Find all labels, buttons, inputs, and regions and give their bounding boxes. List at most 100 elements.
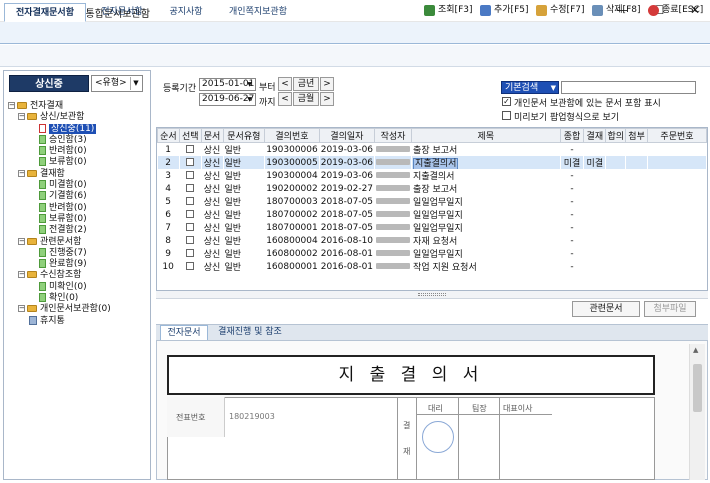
tree-item[interactable]: − 개인문서보관함(0) <box>8 304 150 315</box>
date-to-field[interactable]: 2019-06-27 ▼ <box>199 93 256 106</box>
row-select-checkbox[interactable] <box>186 184 195 192</box>
tree-item[interactable]: 미결함(0) <box>8 180 150 191</box>
table-row[interactable]: 10 상신 일반 160800001 2016-08-01 작업 지원 요청서 - <box>158 260 707 274</box>
column-header[interactable]: 주문번호 <box>646 128 707 143</box>
edit-button[interactable]: 수정[F7] <box>536 3 586 19</box>
redacted-author <box>376 159 411 165</box>
include-personal-checkbox[interactable]: ✓ <box>502 97 511 106</box>
expand-toggle-icon[interactable]: − <box>18 237 25 245</box>
row-select-checkbox[interactable] <box>186 145 195 153</box>
tree-item[interactable]: − 결재함 <box>8 169 150 180</box>
tree-item[interactable]: − 수신참조함 <box>8 270 150 281</box>
tab-notices[interactable]: 공지사항 <box>158 3 214 22</box>
view-icon <box>424 5 435 16</box>
tree-item[interactable]: 보류함(0) <box>8 157 150 168</box>
tree-item[interactable]: 진행중(7) <box>8 247 150 259</box>
tree-item[interactable]: 확인(0) <box>8 293 150 304</box>
tree-item[interactable]: 기결함(6) <box>8 191 150 202</box>
table-cell: 상신 <box>203 250 221 260</box>
search-type-select[interactable]: 기본검색 ▼ <box>501 81 559 94</box>
view-button[interactable]: 조회[F3] <box>424 3 474 19</box>
column-header[interactable]: 문서 <box>200 128 224 143</box>
tab-electronic-docs[interactable]: 전자문서함 <box>90 3 154 22</box>
month-next-button[interactable]: > <box>320 92 334 106</box>
table-row[interactable]: 2 상신 일반 190300005 2019-03-06 지출결의서 미결 미결 <box>157 156 707 169</box>
year-next-button[interactable]: > <box>320 77 334 91</box>
tab-approval-docs[interactable]: 전자결재문서함 <box>4 3 86 22</box>
status-button[interactable]: 상신중 <box>9 75 89 92</box>
column-header[interactable]: 작성자 <box>374 128 413 143</box>
table-cell: 4 <box>165 183 172 194</box>
column-header[interactable]: 종합 <box>559 128 585 143</box>
tree-item[interactable]: 전결함(2) <box>8 225 150 236</box>
type-select[interactable]: <유형> ▼ <box>91 75 143 92</box>
tree-item[interactable]: 보류함(0) <box>8 213 150 225</box>
tree-item[interactable]: − 관련문서함 <box>8 237 150 248</box>
expand-toggle-icon[interactable]: − <box>18 169 25 177</box>
add-button[interactable]: 추가[F5] <box>480 3 530 19</box>
year-button[interactable]: 금년 <box>293 77 319 91</box>
column-header[interactable]: 결재 <box>583 128 607 143</box>
column-header[interactable]: 선택 <box>178 128 202 143</box>
preview-scrollbar[interactable]: ▲ <box>689 344 705 480</box>
tree-item[interactable]: 승인함(3) <box>8 134 150 146</box>
tree-item[interactable]: − 상신/보관함 <box>8 112 150 123</box>
exit-button[interactable]: 종료[ESC] <box>648 3 706 19</box>
table-row[interactable]: 6 상신 일반 180700002 2018-07-05 일일업무일지 - <box>158 208 707 222</box>
tab-personal-memo[interactable]: 개인쪽지보관함 <box>218 3 298 22</box>
expand-toggle-icon[interactable]: − <box>18 113 25 121</box>
date-from-field[interactable]: 2015-01-01 ▼ <box>199 78 256 91</box>
attachments-button[interactable]: 첨부파일 <box>644 301 696 317</box>
row-select-checkbox[interactable] <box>186 171 195 179</box>
tree-item[interactable]: 미확인(0) <box>8 281 150 293</box>
table-row[interactable]: 7 상신 일반 180700001 2018-07-05 일일업무일지 - <box>158 221 707 235</box>
expand-toggle-icon[interactable]: − <box>8 102 15 109</box>
redacted-author <box>376 185 411 191</box>
folder-icon <box>27 113 37 121</box>
expand-toggle-icon[interactable]: − <box>18 305 25 313</box>
row-select-checkbox[interactable] <box>186 223 195 231</box>
scroll-thumb[interactable] <box>693 364 702 412</box>
table-row[interactable]: 1 상신 일반 190300006 2019-03-06 출장 보고서 - <box>158 143 707 157</box>
search-input[interactable] <box>561 81 696 94</box>
year-prev-button[interactable]: < <box>278 77 292 91</box>
tab-approval-progress[interactable]: 결재진행 및 참조 <box>212 325 288 340</box>
column-header[interactable]: 첨부 <box>625 128 648 143</box>
column-header[interactable]: 문서유형 <box>222 128 266 143</box>
related-docs-button[interactable]: 관련문서 <box>572 301 640 317</box>
splitter-handle[interactable] <box>156 291 708 299</box>
doc-no-label: 전표번호 <box>176 413 206 422</box>
row-select-checkbox[interactable] <box>186 236 195 244</box>
month-prev-button[interactable]: < <box>278 92 292 106</box>
delete-button[interactable]: 삭제[F8] <box>592 3 642 19</box>
expand-toggle-icon[interactable]: − <box>18 271 25 279</box>
tree-item[interactable]: 완료함(9) <box>8 259 150 270</box>
tab-preview-document[interactable]: 전자문서 <box>160 325 208 340</box>
row-select-checkbox[interactable] <box>186 262 195 270</box>
tree-item[interactable]: 휴지통 <box>8 315 150 327</box>
table-row[interactable]: 4 상신 일반 190200002 2019-02-27 출장 보고서 - <box>158 182 707 196</box>
column-header[interactable]: 제목 <box>411 128 561 143</box>
row-select-checkbox[interactable] <box>186 210 195 218</box>
tree-item-label: 기결함(6) <box>49 191 87 202</box>
table-cell <box>584 208 606 221</box>
preview-popup-checkbox[interactable] <box>502 111 511 120</box>
tree-item[interactable]: 반려함(0) <box>8 202 150 214</box>
tree-item[interactable]: − 전자결재 <box>8 101 150 112</box>
table-cell: 일반 <box>224 172 242 182</box>
column-header[interactable]: 결의번호 <box>264 128 320 143</box>
row-select-checkbox[interactable] <box>186 158 195 166</box>
table-row[interactable]: 3 상신 일반 190300004 2019-03-06 지출결의서 - <box>158 169 707 183</box>
column-header[interactable]: 합의 <box>605 128 627 143</box>
month-button[interactable]: 금월 <box>293 92 319 106</box>
tree-item[interactable]: 반려함(0) <box>8 146 150 157</box>
table-row[interactable]: 9 상신 일반 160800002 2016-08-01 일일업무일지 - <box>158 247 707 261</box>
row-select-checkbox[interactable] <box>186 249 195 257</box>
column-header[interactable]: 순서 <box>157 128 180 143</box>
table-row[interactable]: 5 상신 일반 180700003 2018-07-05 일일업무일지 - <box>158 195 707 209</box>
column-header[interactable]: 결의일자 <box>318 128 376 143</box>
table-cell: 8 <box>165 235 172 246</box>
tree-item[interactable]: 상신중(11) <box>8 123 150 135</box>
table-row[interactable]: 8 상신 일반 160800004 2016-08-10 자재 요청서 - <box>158 234 707 248</box>
row-select-checkbox[interactable] <box>186 197 195 205</box>
